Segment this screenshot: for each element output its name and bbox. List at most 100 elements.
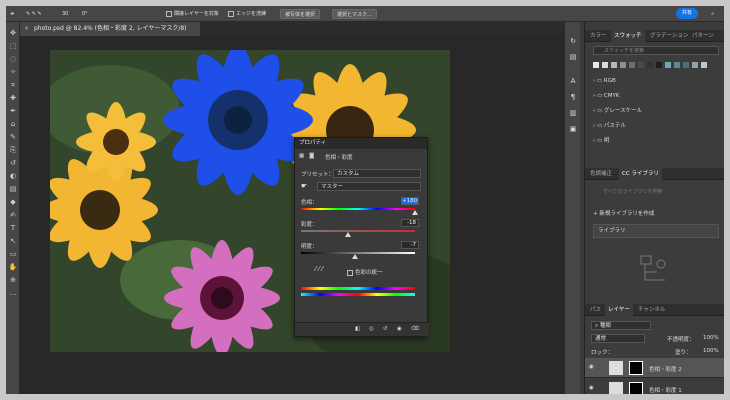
brush-settings-icon[interactable]: ▤ — [568, 52, 578, 62]
hue-value[interactable]: +180 — [401, 197, 419, 205]
layer-name[interactable]: 色相・彩度 1 — [649, 386, 682, 394]
tab-paths[interactable]: パス — [587, 304, 604, 316]
opacity-value[interactable]: 100% — [703, 335, 719, 341]
lightness-value[interactable]: -7 — [401, 241, 419, 249]
mask-thumbnail[interactable] — [629, 382, 643, 394]
swatch-chip[interactable] — [701, 62, 707, 68]
lasso-tool-icon[interactable]: ◌ — [8, 54, 18, 64]
character-icon[interactable]: A — [568, 76, 578, 86]
marquee-tool-icon[interactable]: ⬚ — [8, 41, 18, 51]
document-tab[interactable]: × photo.psd @ 82.4% (色相・彩度 2, レイヤーマスク/8) — [20, 22, 200, 36]
swatch-chip[interactable] — [620, 62, 626, 68]
colorize-checkbox[interactable]: 色彩の統一 — [347, 268, 383, 276]
channel-select[interactable]: マスター — [317, 182, 421, 191]
healing-tool-icon[interactable]: ⌂ — [8, 119, 18, 129]
mask-icon[interactable]: ◙ — [309, 153, 314, 159]
adjustment-layer-icon[interactable]: ▦ — [299, 153, 304, 159]
brush-tool-icon[interactable]: ✎ — [8, 132, 18, 142]
crop-tool-icon[interactable]: ⌗ — [8, 80, 18, 90]
trash-icon[interactable]: ⌫ — [411, 326, 419, 332]
frame-tool-icon[interactable]: ✚ — [8, 93, 18, 103]
move-tool-icon[interactable]: ✥ — [8, 28, 18, 38]
zoom-tool-icon[interactable]: ⊕ — [8, 275, 18, 285]
properties-title[interactable]: プロパティ — [295, 138, 427, 149]
library-select[interactable]: ライブラリ — [593, 224, 719, 238]
tab-adjustments[interactable]: 色調補正 — [587, 168, 615, 180]
swatch-chip[interactable] — [656, 62, 662, 68]
gradient-tool-icon[interactable]: ▤ — [8, 184, 18, 194]
edge-checkbox[interactable]: エッジを洗練 — [228, 9, 266, 19]
tab-layers[interactable]: レイヤー — [605, 304, 633, 316]
blur-tool-icon[interactable]: ◆ — [8, 197, 18, 207]
layer-row[interactable]: ◉ 色相・彩度 2 — [585, 358, 724, 378]
saturation-slider[interactable] — [301, 230, 415, 232]
eyedropper-icons[interactable]: ⁄ ⁄ ⁄ — [315, 265, 323, 273]
view-previous-icon[interactable]: ◎ — [369, 326, 374, 332]
eraser-tool-icon[interactable]: ◐ — [8, 171, 18, 181]
tab-cc-libraries[interactable]: CC ライブラリ — [619, 168, 662, 180]
layer-name[interactable]: 色相・彩度 2 — [649, 365, 682, 373]
swatch-chip[interactable] — [593, 62, 599, 68]
reset-icon[interactable]: ↺ — [383, 326, 388, 332]
angle-field[interactable]: 0° — [82, 9, 88, 19]
tab-pattern[interactable]: パターン — [689, 30, 717, 42]
close-icon[interactable]: × — [24, 22, 29, 36]
tab-color[interactable]: カラー — [587, 30, 610, 42]
library-search-input[interactable]: すべてのライブラリを検索 — [593, 188, 719, 197]
history-icon[interactable]: ↻ — [568, 36, 578, 46]
swatch-chip[interactable] — [683, 62, 689, 68]
stamp-tool-icon[interactable]: ⎘ — [8, 145, 18, 155]
swatch-chip[interactable] — [674, 62, 680, 68]
lightness-slider[interactable] — [301, 252, 415, 254]
tab-gradient[interactable]: グラデーション — [647, 30, 691, 42]
hand-target-icon[interactable]: ☛ — [301, 182, 307, 190]
clip-icon[interactable]: ◧ — [355, 326, 360, 332]
swatch-chip[interactable] — [629, 62, 635, 68]
brush-mode-icons[interactable]: ✎ ✎ ✎ — [26, 9, 42, 19]
folder-cmyk[interactable]: › ▭ CMYK — [593, 91, 713, 102]
quick-select-tool-icon[interactable]: ⌖ — [10, 9, 15, 19]
folder-pastel[interactable]: › ▭ パステル — [593, 121, 713, 132]
paragraph-icon[interactable]: ¶ — [568, 92, 578, 102]
preset-select[interactable]: カスタム — [333, 169, 421, 178]
search-icon[interactable]: ⌕ — [711, 9, 714, 19]
swatch-chip[interactable] — [638, 62, 644, 68]
quick-select-tool-icon[interactable]: ✧ — [8, 67, 18, 77]
hue-slider-thumb[interactable] — [412, 210, 418, 215]
layer-kind-filter[interactable]: ⌕ 種類 — [591, 321, 651, 330]
lightness-slider-thumb[interactable] — [351, 254, 358, 259]
swatch-search-input[interactable]: スウォッチを検索 — [593, 46, 719, 55]
type-tool-icon[interactable]: T — [8, 223, 18, 233]
swatch-chip[interactable] — [602, 62, 608, 68]
hand-tool-icon[interactable]: ✋ — [8, 262, 18, 272]
canvas-area[interactable]: プロパティ ▦ ◙ 色相・彩度 プリセット： カスタム ☛ マスター 色相： +… — [20, 36, 580, 394]
saturation-value[interactable]: -18 — [401, 219, 419, 227]
share-button[interactable]: 共有 — [676, 8, 698, 19]
create-library-button[interactable]: + 新規ライブラリを作成 — [593, 209, 654, 217]
swatch-chip[interactable] — [647, 62, 653, 68]
eyedropper-tool-icon[interactable]: ✒ — [8, 106, 18, 116]
eye-icon[interactable]: ◉ — [589, 364, 594, 370]
saturation-slider-thumb[interactable] — [344, 232, 351, 237]
folder-grayscale[interactable]: › ▭ グレースケール — [593, 106, 713, 117]
fill-value[interactable]: 100% — [703, 348, 719, 354]
path-select-tool-icon[interactable]: ↖ — [8, 236, 18, 246]
folder-light[interactable]: › ▭ 明 — [593, 136, 713, 147]
mask-thumbnail[interactable] — [629, 361, 643, 375]
libraries-icon[interactable]: ▣ — [568, 124, 578, 134]
contiguous-checkbox[interactable]: 隣接レイヤーを対象 — [166, 9, 219, 19]
layer-row[interactable]: ◉ 色相・彩度 1 — [585, 379, 724, 394]
tab-channels[interactable]: チャンネル — [635, 304, 668, 316]
select-and-mask-button[interactable]: 選択とマスク... — [332, 9, 377, 19]
visibility-icon[interactable]: ◉ — [397, 326, 402, 332]
eye-icon[interactable]: ◉ — [589, 385, 594, 391]
shape-tool-icon[interactable]: ▭ — [8, 249, 18, 259]
swatch-chip[interactable] — [665, 62, 671, 68]
select-subject-button[interactable]: 被写体を選択 — [280, 9, 321, 19]
more-tool-icon[interactable]: … — [8, 288, 18, 298]
hue-slider[interactable] — [301, 208, 415, 210]
swatch-chip[interactable] — [692, 62, 698, 68]
tab-swatches[interactable]: スウォッチ — [611, 30, 645, 42]
pen-tool-icon[interactable]: ✍ — [8, 210, 18, 220]
swatch-chip[interactable] — [611, 62, 617, 68]
